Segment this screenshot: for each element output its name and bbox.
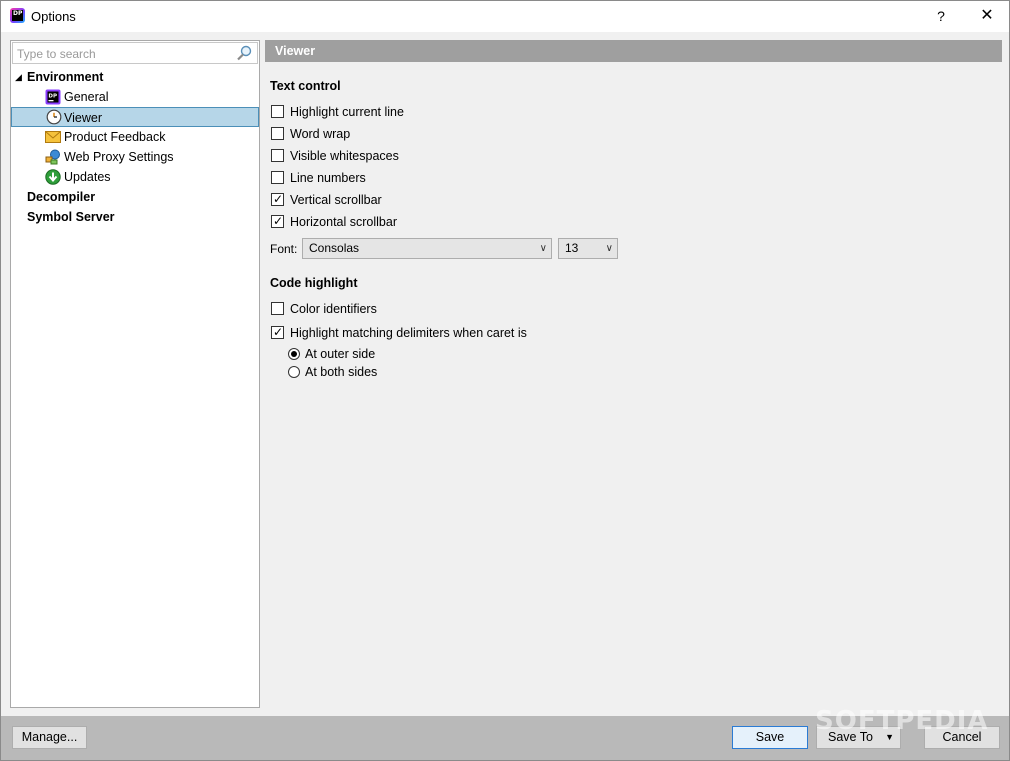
visible-whitespaces-checkbox[interactable]: Visible whitespaces [271,148,399,166]
softpedia-watermark: SOFTPEDIA [815,706,989,736]
options-tree: ◢ Environment DP General Viewer Product … [11,67,259,227]
font-family-select[interactable]: Consolas ∨ [302,238,552,259]
title-bar: DP Options ? ✕ [1,1,1009,32]
at-outer-side-radio[interactable]: At outer side [288,346,375,364]
word-wrap-checkbox[interactable]: Word wrap [271,126,350,144]
envelope-icon [45,131,61,143]
tree-group-symbol-server[interactable]: Symbol Server [11,207,259,227]
viewer-settings-panel: Viewer Text control Highlight current li… [265,40,1002,708]
checkbox-box[interactable] [271,171,284,184]
checkbox-box[interactable]: ✓ [271,214,284,228]
highlight-current-line-checkbox[interactable]: Highlight current line [271,104,404,122]
tree-group-environment[interactable]: ◢ Environment [11,67,259,87]
tree-group-decompiler[interactable]: Decompiler [11,187,259,207]
download-update-icon [45,169,61,185]
options-tree-panel: ◢ Environment DP General Viewer [10,40,260,708]
text-control-title: Text control [270,79,341,93]
window-title: Options [31,9,76,24]
tree-item-general[interactable]: DP General [11,87,259,107]
tree-item-updates[interactable]: Updates [11,167,259,187]
checkmark-icon: ✓ [273,192,284,206]
checkbox-box[interactable]: ✓ [271,325,284,339]
vertical-scrollbar-checkbox[interactable]: ✓ Vertical scrollbar [271,192,382,210]
chevron-down-icon: ∨ [539,243,547,254]
svg-text:DP: DP [48,94,57,100]
viewer-clock-icon [46,109,62,125]
dotpeek-app-icon: DP [10,8,25,23]
font-label: Font: [270,242,298,256]
checkbox-box[interactable] [271,127,284,140]
save-button[interactable]: Save [732,726,808,749]
code-highlight-title: Code highlight [270,276,358,290]
horizontal-scrollbar-checkbox[interactable]: ✓ Horizontal scrollbar [271,214,397,232]
close-icon: ✕ [980,7,994,24]
options-dialog: DP Options ? ✕ ◢ Environment DP [0,0,1010,761]
checkbox-box[interactable]: ✓ [271,192,284,206]
checkmark-icon: ✓ [273,325,284,339]
checkbox-box[interactable] [271,302,284,315]
search-input[interactable] [17,45,232,62]
highlight-matching-delimiters-checkbox[interactable]: ✓ Highlight matching delimiters when care… [271,325,527,343]
tree-item-web-proxy-settings[interactable]: Web Proxy Settings [11,147,259,167]
checkbox-box[interactable] [271,149,284,162]
expander-icon[interactable]: ◢ [15,67,22,87]
at-both-sides-radio[interactable]: At both sides [288,364,377,382]
radio-button[interactable] [288,348,300,360]
help-button[interactable]: ? [921,5,961,27]
proxy-network-icon [45,149,60,165]
color-identifiers-checkbox[interactable]: Color identifiers [271,301,377,319]
dotpeek-icon: DP [45,89,61,105]
search-icon[interactable] [236,45,254,61]
close-button[interactable]: ✕ [967,5,1007,27]
page-title: Viewer [265,40,1002,62]
tree-item-product-feedback[interactable]: Product Feedback [11,127,259,147]
search-box [12,42,258,64]
tree-item-viewer[interactable]: Viewer [11,107,259,127]
line-numbers-checkbox[interactable]: Line numbers [271,170,366,188]
font-size-select[interactable]: 13 ∨ [558,238,618,259]
checkmark-icon: ✓ [273,214,284,228]
chevron-down-icon: ∨ [605,243,613,254]
radio-button[interactable] [288,366,300,378]
manage-button[interactable]: Manage... [12,726,87,749]
checkbox-box[interactable] [271,105,284,118]
